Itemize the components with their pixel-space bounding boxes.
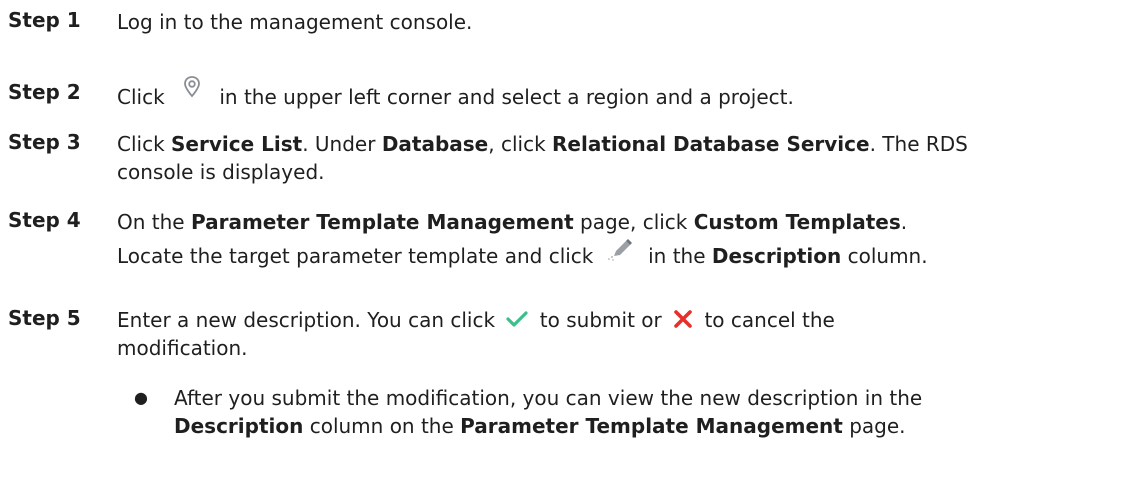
- step-5-text-c: to cancel the: [704, 308, 835, 332]
- step-4-text-a: On the: [117, 210, 185, 234]
- cross-icon: [672, 308, 694, 336]
- step-4-text-b: page, click: [580, 210, 688, 234]
- service-list-term: Service List: [171, 132, 303, 156]
- step-1-text: Log in to the management console.: [117, 10, 473, 34]
- rds-term: Relational Database Service: [552, 132, 870, 156]
- step-3-text-a: Click: [117, 132, 165, 156]
- step-2-text-b: in the upper left corner and select a re…: [219, 85, 794, 109]
- description-term: Description: [711, 244, 842, 268]
- step-5-text-d: modification.: [117, 336, 248, 360]
- step-text: On the Parameter Template Management pag…: [117, 208, 1146, 270]
- bullet-text: After you submit the modification, you c…: [174, 384, 922, 440]
- pencil-edit-icon: [606, 238, 636, 269]
- step-text: Log in to the management console.: [117, 8, 1146, 36]
- bullet-dot: ●: [134, 388, 148, 407]
- bullet-text-b: column on the: [309, 414, 454, 438]
- step-3-text-c: , click: [488, 132, 546, 156]
- step-4-text-c: .: [900, 210, 908, 234]
- step-3-text-d: . The RDS: [869, 132, 968, 156]
- step-text: Enter a new description. You can click t…: [117, 306, 1146, 362]
- database-term: Database: [381, 132, 489, 156]
- step-label: Step 3: [8, 130, 81, 154]
- location-pin-icon: [177, 72, 208, 109]
- step-label: Step 1: [8, 8, 81, 32]
- step-2-text-a: Click: [117, 85, 165, 109]
- step-4-text-d: Locate the target parameter template and…: [117, 244, 594, 268]
- checkmark-icon: [505, 308, 529, 336]
- step-3-text-e: console is displayed.: [117, 160, 325, 184]
- custom-templates-term: Custom Templates: [693, 210, 901, 234]
- step-5-text-a: Enter a new description. You can click: [117, 308, 496, 332]
- step-label: Step 4: [8, 208, 81, 232]
- description-term: Description: [174, 414, 304, 438]
- step-4-text-e: in the: [648, 244, 706, 268]
- step-text: Click Service List. Under Database, clic…: [117, 130, 1146, 186]
- step-5-text-b: to submit or: [539, 308, 662, 332]
- parameter-template-management-term: Parameter Template Management: [190, 210, 574, 234]
- step-3-text-b: . Under: [302, 132, 376, 156]
- step-4-text-f: column.: [847, 244, 928, 268]
- bullet-text-c: page.: [849, 414, 906, 438]
- step-text: Click in the upper left corner and selec…: [117, 72, 1146, 109]
- parameter-template-management-term: Parameter Template Management: [460, 414, 843, 438]
- step-label: Step 2: [8, 80, 81, 104]
- bullet-text-a: After you submit the modification, you c…: [174, 386, 923, 410]
- step-label: Step 5: [8, 306, 81, 330]
